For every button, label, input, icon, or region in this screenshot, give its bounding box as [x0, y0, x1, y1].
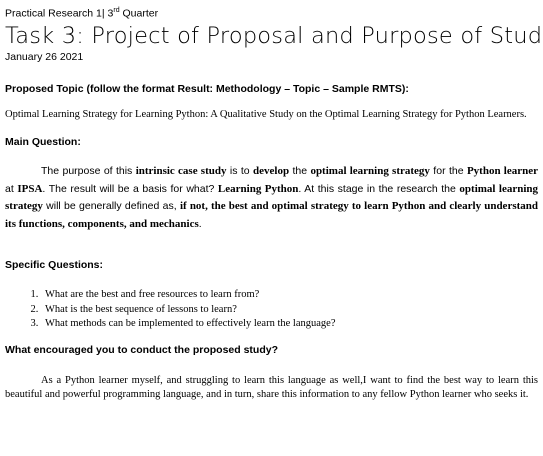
main-question-heading: Main Question: — [5, 136, 81, 148]
course-suffix: Quarter — [119, 7, 159, 20]
specific-questions-heading: Specific Questions: — [5, 259, 104, 271]
course-prefix: Practical Research 1| 3 — [5, 7, 114, 20]
document-date: January 26 2021 — [5, 50, 84, 63]
course-header: Practical Research 1| 3rd Quarter — [5, 4, 538, 21]
list-item: What is the best sequence of lessons to … — [41, 303, 538, 318]
specific-questions-list: What are the best and free resources to … — [5, 288, 538, 332]
encouragement-heading: What encouraged you to conduct the propo… — [5, 343, 279, 356]
list-item: What methods can be implemented to effec… — [41, 317, 538, 332]
proposed-topic-heading: Proposed Topic (follow the format Result… — [5, 82, 409, 95]
list-item: What are the best and free resources to … — [41, 288, 538, 303]
main-question-paragraph: The purpose of this intrinsic case study… — [5, 165, 538, 230]
encouragement-paragraph: As a Python learner myself, and struggli… — [5, 374, 538, 401]
page-title: Task 3: Project of Proposal and Purpose … — [5, 22, 543, 49]
proposed-topic-text: Optimal Learning Strategy for Learning P… — [5, 108, 527, 120]
document-page: Practical Research 1| 3rd Quarter Task 3… — [5, 0, 543, 403]
